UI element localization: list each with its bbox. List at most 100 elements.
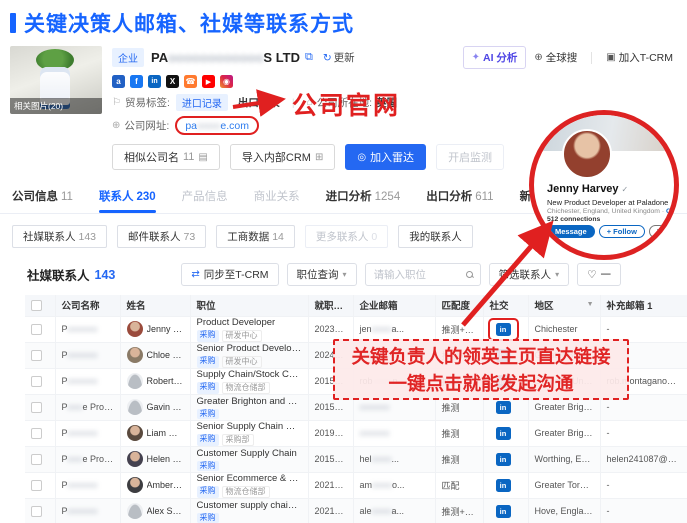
ai-analysis-icon: ✦ xyxy=(472,52,480,63)
contact-name[interactable]: Helen Johnstone xyxy=(147,454,184,464)
column-header-6: 社交 xyxy=(483,295,528,316)
ai-analysis-button[interactable]: ✦AI 分析 xyxy=(463,46,527,69)
chip-email-contacts[interactable]: 邮件联系人73 xyxy=(117,225,206,248)
phone-icon[interactable]: ☎ xyxy=(184,75,197,88)
tab-import-analysis[interactable]: 进口分析1254 xyxy=(326,182,401,213)
row-checkbox[interactable] xyxy=(31,324,42,335)
linkedin-cell-wrap: in xyxy=(490,476,517,495)
linkedin-icon[interactable]: in xyxy=(496,479,511,492)
search-icon[interactable] xyxy=(466,271,474,279)
company-name: PAooooooooooooS LTD xyxy=(151,50,300,65)
global-search-label: 全球搜 xyxy=(546,50,578,65)
position-title: Senior Ecommerce & Supply Cha... xyxy=(197,473,302,485)
chip-social-contacts[interactable]: 社媒联系人143 xyxy=(12,225,107,248)
tab-business-relations[interactable]: 商业关系 xyxy=(254,182,300,213)
chip-count: 0 xyxy=(371,231,377,243)
contact-name[interactable]: Robert Monta... xyxy=(147,376,184,386)
import-crm-button[interactable]: 导入内部CRM⊞ xyxy=(230,144,335,170)
tab-export-analysis[interactable]: 出口分析611 xyxy=(426,182,493,213)
chip-business-registry[interactable]: 工商数据14 xyxy=(216,225,295,248)
section-title: 社媒联系人 xyxy=(27,265,90,284)
copy-icon[interactable]: ⧉ xyxy=(305,51,313,64)
contact-name[interactable]: Liam Gent xyxy=(147,428,184,438)
tab-label: 联系人 xyxy=(99,191,134,203)
row-checkbox[interactable] xyxy=(31,454,42,465)
join-radar-button[interactable]: ◎加入雷达 xyxy=(345,144,426,170)
row-checkbox[interactable] xyxy=(31,402,42,413)
select-all-checkbox[interactable] xyxy=(31,300,42,311)
table-header-row: 公司名称姓名职位就职日期企业邮箱匹配度社交地区▼补充邮箱 1 xyxy=(25,295,687,316)
verified-icon: ✓ xyxy=(622,185,629,194)
similar-company-button[interactable]: 相似公司名11▤ xyxy=(112,144,220,170)
email-visible: am xyxy=(360,480,373,490)
row-checkbox[interactable] xyxy=(31,506,42,517)
section-header-row: 社媒联系人 143 ⇄同步至T-CRM 职位查询▾ 筛选联系人▾ ♡一 xyxy=(27,263,621,286)
buyer-tag: 采购 xyxy=(197,486,219,498)
contact-name[interactable]: Alex Styles xyxy=(147,506,184,516)
tab-company-info[interactable]: 公司信息11 xyxy=(12,182,73,213)
email-suffix: a... xyxy=(392,506,405,516)
row-checkbox[interactable] xyxy=(31,350,42,361)
contact-name[interactable]: Chloe Jones xyxy=(147,350,184,360)
global-search-button[interactable]: ⊕全球搜 xyxy=(526,47,585,68)
avatar xyxy=(127,477,143,493)
position-query-dropdown[interactable]: 职位查询▾ xyxy=(287,263,357,286)
website-annotation-text: 公司官网 xyxy=(292,86,400,122)
filter-contacts-dropdown[interactable]: 筛选联系人▾ xyxy=(489,263,570,286)
position-title: Supply Chain/Stock Control xyxy=(197,369,302,381)
instagram-icon[interactable]: ◉ xyxy=(220,75,233,88)
name-cell-td: Liam Gent xyxy=(120,420,190,446)
divider xyxy=(591,52,592,64)
contact-name[interactable]: Jenny Harvey xyxy=(147,324,184,334)
join-tcrm-icon: ▣ xyxy=(606,52,615,63)
contact-name[interactable]: Amber Whitty xyxy=(147,480,184,490)
website-link[interactable]: paooooe.com xyxy=(175,116,259,135)
follow-button[interactable]: + Follow xyxy=(599,225,645,238)
facebook-icon[interactable]: f xyxy=(130,75,143,88)
position-cell: Senior Ecommerce & Supply Cha...采购物流仓储部 xyxy=(190,472,308,498)
enterprise-badge: 企业 xyxy=(112,48,144,67)
linkedin-icon[interactable]: in xyxy=(496,453,511,466)
row-checkbox[interactable] xyxy=(31,376,42,387)
tab-product-info[interactable]: 产品信息 xyxy=(182,182,228,213)
export-record-tag[interactable]: 出口记录 xyxy=(238,95,280,110)
position-cell: Customer supply chain coordinator采购 xyxy=(190,498,308,523)
row-checkbox-cell xyxy=(25,316,55,342)
linkedin-icon[interactable]: in xyxy=(496,323,511,336)
position-tags: 采购研发中心 xyxy=(197,356,302,368)
import-record-tag[interactable]: 进口记录 xyxy=(176,94,228,111)
message-button[interactable]: Message xyxy=(547,225,595,238)
chip-my-contacts[interactable]: 我的联系人 xyxy=(398,225,473,248)
linkedin-icon[interactable]: in xyxy=(496,401,511,414)
name-cell-td: Helen Johnstone xyxy=(120,446,190,472)
join-tcrm-button[interactable]: ▣加入T-CRM xyxy=(598,47,681,68)
position-search-input[interactable] xyxy=(372,268,466,282)
company-image[interactable]: 相关图片(20) xyxy=(10,46,102,114)
refresh-button[interactable]: ↻更新 xyxy=(323,50,355,65)
linkedin-profile-callout: Jenny Harvey✓ New Product Developer at P… xyxy=(529,110,679,260)
youtube-icon[interactable]: ▶ xyxy=(202,75,215,88)
tab-count: 230 xyxy=(136,191,155,203)
company-cell: Poooooo xyxy=(55,498,120,523)
position-cell: Greater Brighton and Hove Area采购 xyxy=(190,394,308,420)
linkedin-icon[interactable]: in xyxy=(496,505,511,518)
linkedin-cell-wrap: in xyxy=(490,502,517,521)
sync-tcrm-button[interactable]: ⇄同步至T-CRM xyxy=(181,263,278,286)
favorite-contacts-button[interactable]: ♡一 xyxy=(577,263,621,286)
website-icon[interactable]: a xyxy=(112,75,125,88)
linkedin-icon[interactable]: in xyxy=(496,427,511,440)
row-checkbox[interactable] xyxy=(31,428,42,439)
department-tag: 物流仓储部 xyxy=(222,486,270,498)
contact-name[interactable]: Gavin Meeks xyxy=(147,402,184,412)
filter-icon[interactable]: ▼ xyxy=(587,301,594,308)
company-name-suffix: S LTD xyxy=(263,50,300,65)
tab-contacts[interactable]: 联系人230 xyxy=(99,182,156,213)
position-title: Senior Supply Chain Coordinator xyxy=(197,421,302,433)
similar-company-label: 相似公司名 xyxy=(124,149,179,165)
department-tag: 研发中心 xyxy=(222,356,262,368)
buyer-tag: 采购 xyxy=(197,461,219,471)
row-checkbox[interactable] xyxy=(31,480,42,491)
x-twitter-icon[interactable]: X xyxy=(166,75,179,88)
linkedin-icon[interactable]: in xyxy=(148,75,161,88)
linkedin-avatar xyxy=(562,129,612,179)
